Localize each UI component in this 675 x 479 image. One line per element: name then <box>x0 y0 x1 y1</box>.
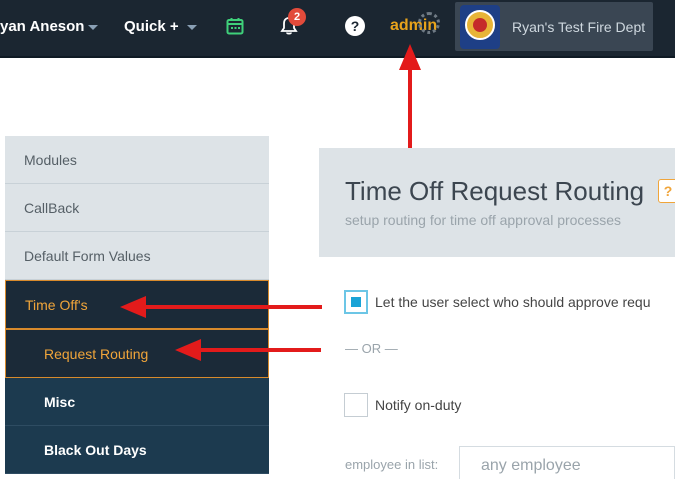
option-user-select-approver[interactable]: Let the user select who should approve r… <box>344 290 651 314</box>
employee-list-value: any employee <box>481 457 581 474</box>
employee-list-label: employee in list: <box>345 457 439 472</box>
or-divider: — OR — <box>345 341 398 356</box>
help-icon[interactable]: ? <box>658 179 675 203</box>
option-notify-on-duty[interactable]: Notify on-duty <box>344 393 461 417</box>
fire-dept-logo <box>460 4 500 49</box>
page-header: Time Off Request Routing ? setup routing… <box>319 148 675 257</box>
chevron-down-icon <box>88 24 99 30</box>
sidebar-item-default-form-values[interactable]: Default Form Values <box>5 232 269 280</box>
quick-add-label: Quick + <box>124 17 179 35</box>
help-button[interactable]: ? <box>345 0 365 52</box>
user-select-checkbox[interactable] <box>344 290 368 314</box>
page-subtitle: setup routing for time off approval proc… <box>345 212 622 228</box>
department-switcher[interactable]: Ryan's Test Fire Dept <box>455 2 653 51</box>
employee-list-select[interactable]: any employee <box>459 446 675 479</box>
calendar-button[interactable] <box>226 0 244 52</box>
sidebar-item-label: Default Form Values <box>24 247 151 264</box>
sidebar-item-label: Modules <box>24 151 77 168</box>
option-label: Notify on-duty <box>375 397 462 413</box>
notify-on-duty-checkbox[interactable] <box>344 393 368 417</box>
sidebar-item-label: Black Out Days <box>44 441 147 458</box>
department-name: Ryan's Test Fire Dept <box>512 18 646 35</box>
sidebar-item-label: Request Routing <box>44 345 149 362</box>
user-menu[interactable]: yan Aneson <box>0 0 99 52</box>
sidebar-item-callback[interactable]: CallBack <box>5 184 269 232</box>
sidebar-item-misc[interactable]: Misc <box>5 378 269 426</box>
quick-add-menu[interactable]: Quick + <box>124 0 197 52</box>
page-title: Time Off Request Routing <box>345 176 645 206</box>
chevron-down-icon <box>186 24 197 30</box>
sidebar-item-request-routing[interactable]: Request Routing <box>5 329 269 378</box>
calendar-icon <box>226 18 244 35</box>
top-navbar: yan Aneson Quick + 2 ? admin Ryan's Test… <box>0 0 675 58</box>
sidebar-item-label: CallBack <box>24 199 80 216</box>
option-label: Let the user select who should approve r… <box>375 294 651 310</box>
user-name: yan Aneson <box>0 17 85 35</box>
help-icon: ? <box>345 16 365 36</box>
notification-count-badge: 2 <box>288 8 306 26</box>
sidebar-item-black-out-days[interactable]: Black Out Days <box>5 426 269 474</box>
sidebar-item-modules[interactable]: Modules <box>5 136 269 184</box>
gear-icon <box>418 12 440 34</box>
sidebar-item-label: Time Off's <box>25 296 88 313</box>
sidebar-item-label: Misc <box>44 393 76 410</box>
